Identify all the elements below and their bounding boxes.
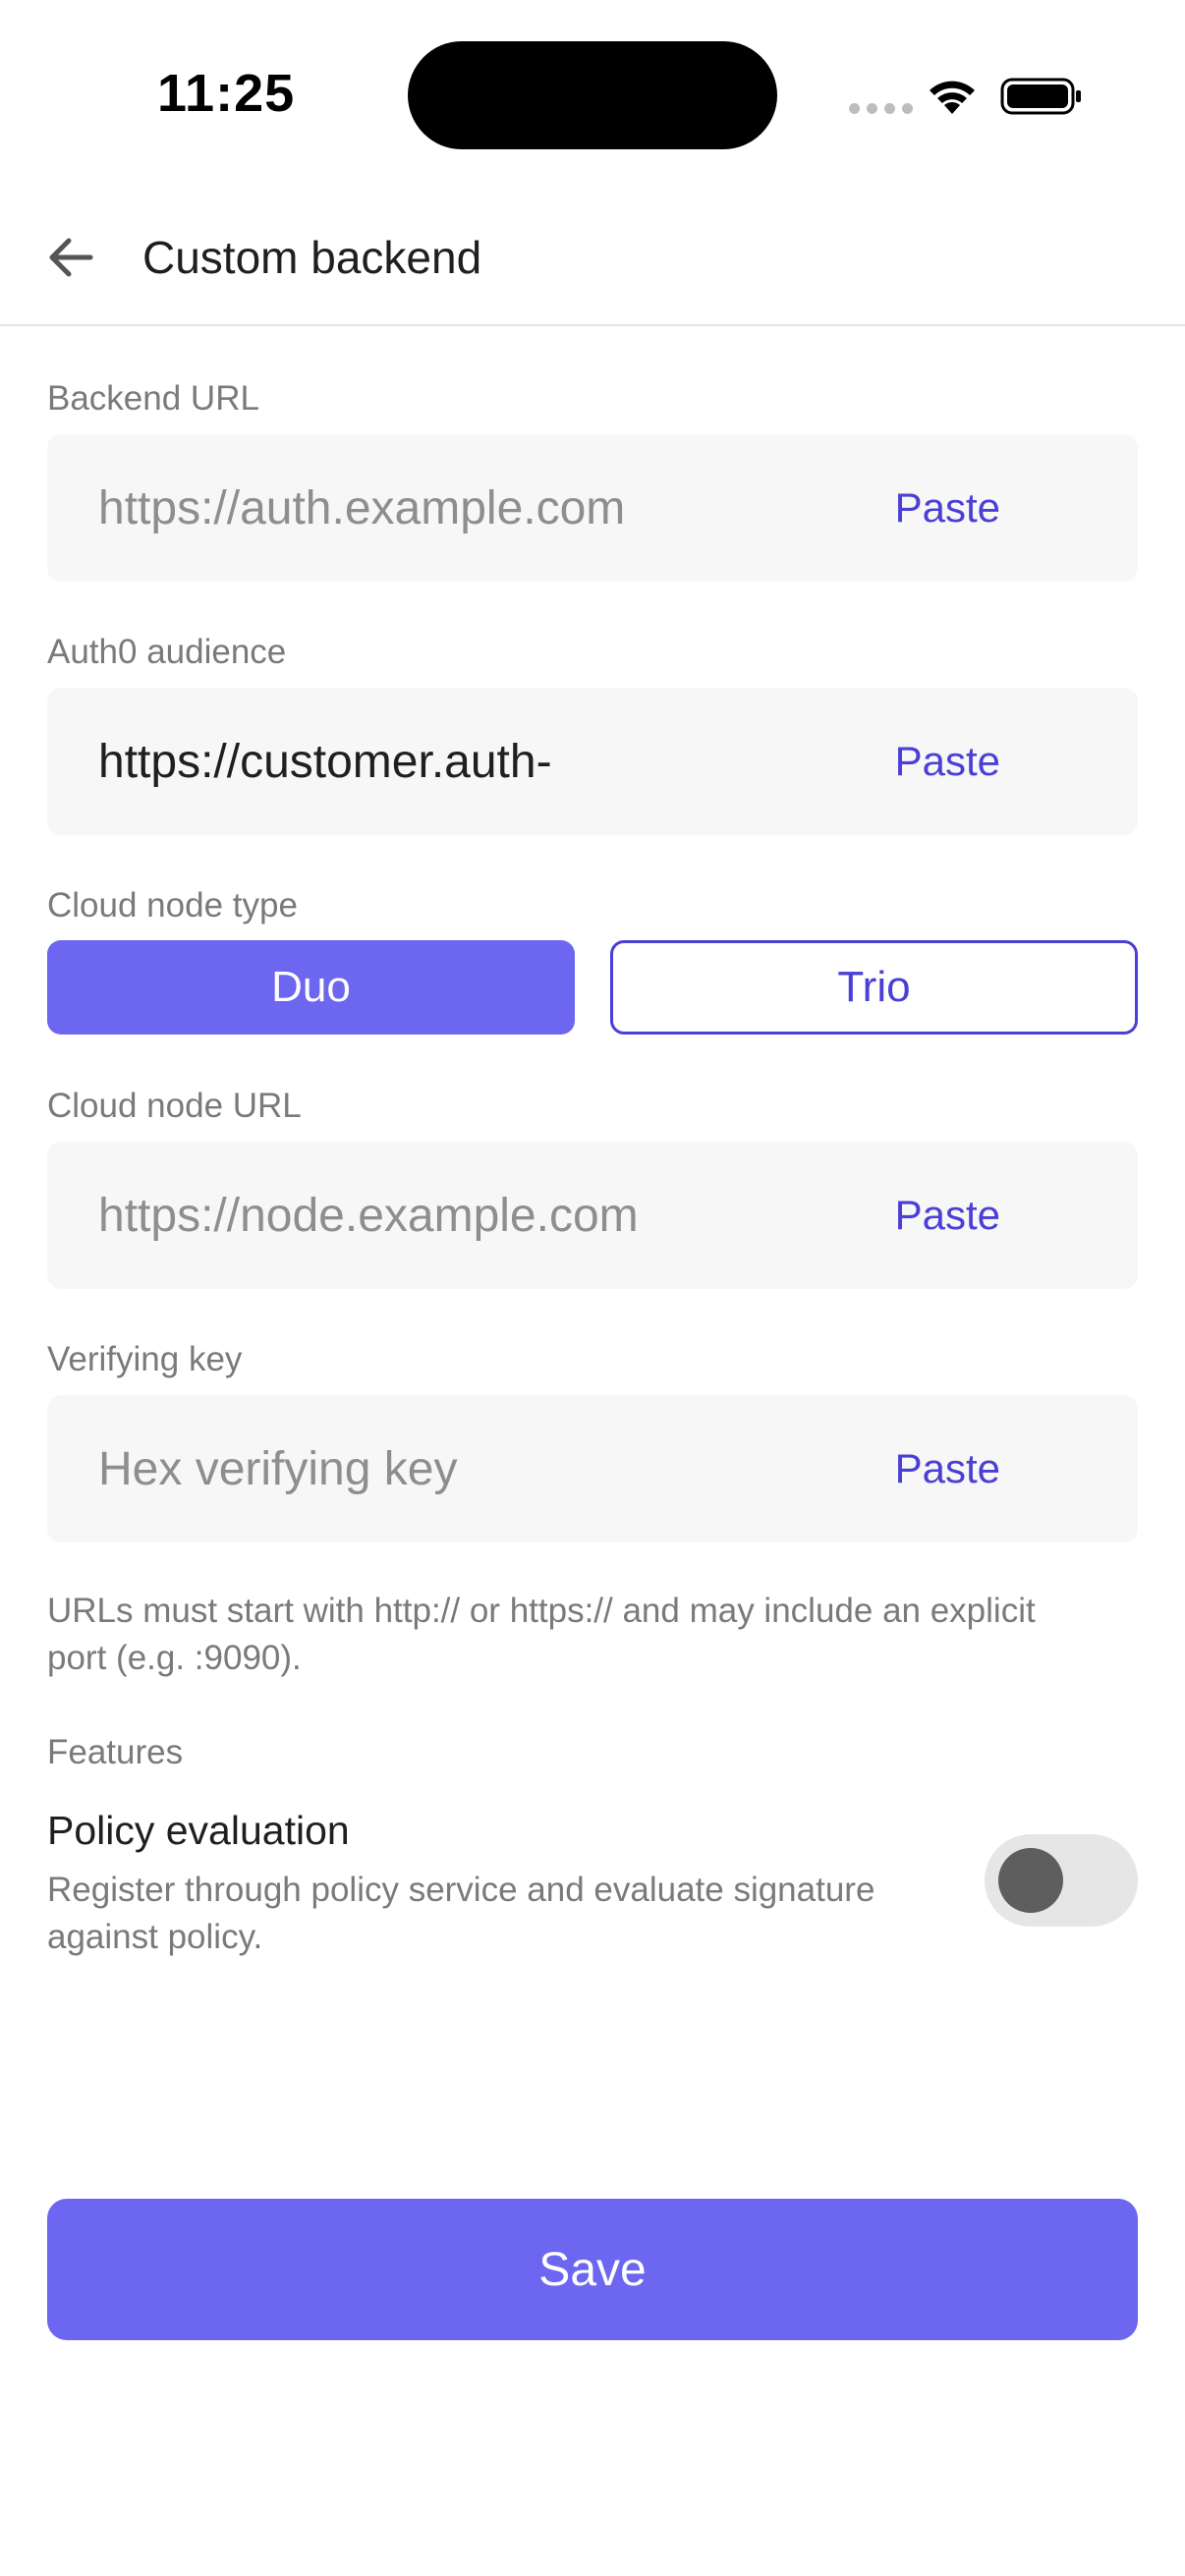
features-section-label: Features xyxy=(47,1733,184,1771)
cloud-node-url-field[interactable]: https://node.example.com Paste xyxy=(47,1142,1138,1289)
url-help-text: URLs must start with http:// or https://… xyxy=(47,1592,1036,1677)
backend-url-input[interactable]: https://auth.example.com xyxy=(98,434,884,582)
toggle-knob xyxy=(998,1848,1063,1913)
policy-evaluation-toggle[interactable] xyxy=(985,1834,1138,1927)
backend-url-field[interactable]: https://auth.example.com Paste xyxy=(47,434,1138,582)
verifying-key-paste-button[interactable]: Paste xyxy=(895,1395,1000,1542)
cloud-node-url-input[interactable]: https://node.example.com xyxy=(98,1142,884,1289)
verifying-key-label: Verifying key xyxy=(47,1340,243,1378)
cloud-node-url-label: Cloud node URL xyxy=(47,1087,302,1125)
custom-backend-screen: 11:25 Custom backend Backend URL https:/… xyxy=(0,0,1185,2576)
wifi-icon xyxy=(930,81,975,114)
cloud-node-type-label: Cloud node type xyxy=(47,886,298,924)
verifying-key-input[interactable]: Hex verifying key xyxy=(98,1395,884,1542)
backend-url-label: Backend URL xyxy=(47,379,259,418)
status-bar: 11:25 xyxy=(0,0,1185,187)
node-type-trio-button[interactable]: Trio xyxy=(610,940,1138,1035)
status-time: 11:25 xyxy=(157,64,296,123)
backend-url-paste-button[interactable]: Paste xyxy=(895,434,1000,582)
auth0-audience-label: Auth0 audience xyxy=(47,633,287,671)
node-type-duo-button[interactable]: Duo xyxy=(47,940,575,1035)
verifying-key-field[interactable]: Hex verifying key Paste xyxy=(47,1395,1138,1542)
save-button[interactable]: Save xyxy=(47,2199,1138,2340)
cloud-node-url-paste-button[interactable]: Paste xyxy=(895,1142,1000,1289)
back-button[interactable] xyxy=(39,226,102,289)
signal-dots-icon xyxy=(849,103,913,114)
page-title: Custom backend xyxy=(142,232,482,283)
auth0-audience-input[interactable]: https://customer.auth- xyxy=(98,688,884,835)
dynamic-island xyxy=(408,41,777,149)
app-header: Custom backend xyxy=(0,187,1185,326)
policy-evaluation-description: Register through policy service and eval… xyxy=(47,1871,875,1956)
battery-icon xyxy=(1000,78,1081,115)
policy-evaluation-title: Policy evaluation xyxy=(47,1808,350,1853)
auth0-audience-field[interactable]: https://customer.auth- Paste xyxy=(47,688,1138,835)
arrow-left-icon xyxy=(49,238,93,277)
auth0-audience-paste-button[interactable]: Paste xyxy=(895,688,1000,835)
